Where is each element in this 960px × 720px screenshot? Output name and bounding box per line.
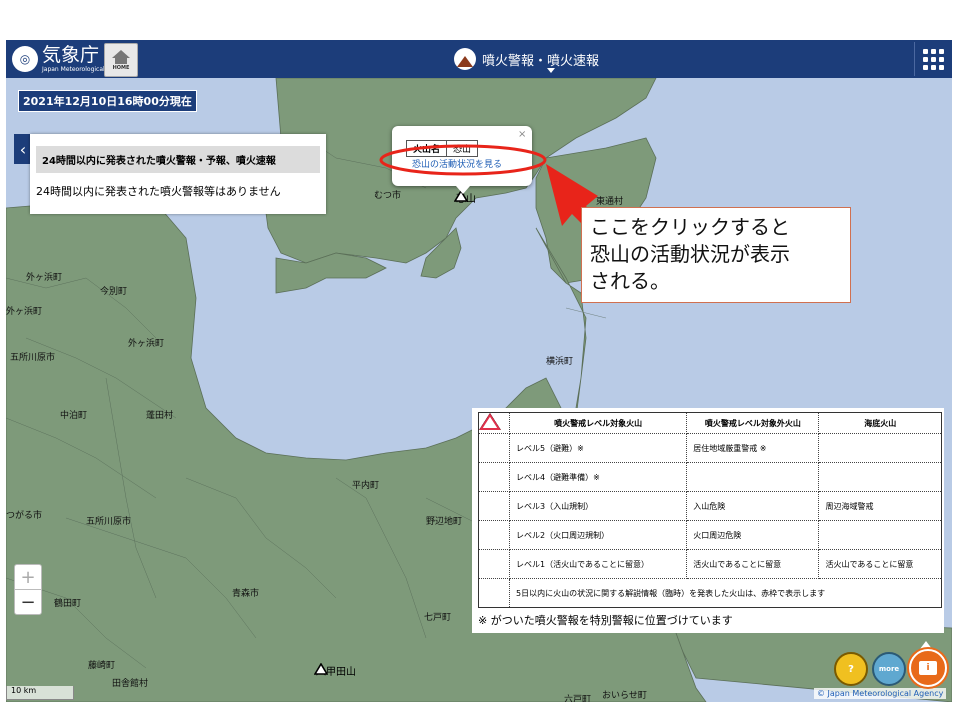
jma-logo-icon: ◎ [12,46,38,72]
place-imabetsu: 今別町 [100,287,128,297]
home-icon [112,49,130,58]
legend-cell: レベル3（入山規制） [508,491,688,521]
home-label: HOME [112,64,130,71]
page-title: 噴火警報・噴火速報 [482,53,600,69]
recent-warnings-panel: 24時間以内に発表された噴火警報・予報、噴火速報 24時間以内に発表された噴火警… [30,134,326,214]
legend-cell: レベル2（火口周辺規制） [508,520,688,550]
copyright-text: © Japan Meteorological Agency [814,688,947,699]
legend-header-submarine: 海底火山 [818,412,942,434]
legend-cell [818,462,942,492]
place-yokohama: 横浜町 [546,357,574,367]
place-sotogahama: 外ヶ浜町 [26,273,63,283]
zoom-control: + − [14,564,42,615]
legend-cell: 火口周辺危険 [686,520,820,550]
volcano-marker-hakkoda[interactable]: 八甲田山 [314,663,356,678]
legend-row: レベル2（火口周辺規制） 火口周辺危険 [478,412,942,550]
legend-header-nonlevel: 噴火警戒レベル対象外火山 [686,412,820,434]
more-button[interactable]: more [872,652,906,686]
legend-button-tail [920,641,932,649]
recent-warnings-body: 24時間以内に発表された噴火警報等はありません [36,185,281,198]
instruction-callout: ここをクリックすると 恐山の活動状況が表示 される。 [581,207,851,303]
callout-line-3: される。 [590,269,670,293]
more-label: more [878,665,900,673]
legend-row: レベル4（避難準備）※ [478,412,942,492]
recent-warnings-heading: 24時間以内に発表された噴火警報・予報、噴火速報 [36,146,320,173]
callout-line-1: ここをクリックすると [590,215,790,239]
legend-cell [818,520,942,550]
legend-cell: レベル1（活火山であることに留意） [508,549,688,579]
scale-bar: 10 km [6,686,74,700]
place-noheji: 野辺地町 [426,517,463,527]
legend-cell: 周辺海域警戒 [818,491,942,521]
chevron-down-icon[interactable] [547,68,555,73]
place-tsuruta: 鶴田町 [54,599,82,609]
legend-special-text: 5日以内に火山の状況に関する解説情報（臨時）を発表した火山は、赤枠で表示します [509,578,942,608]
legend-cell: 居住地域厳重警戒 ※ [686,433,820,463]
legend-cell: レベル4（避難準備）※ [508,462,688,492]
highlight-annotation [379,144,601,232]
app-header: ◎ 気象庁 Japan Meteorological Agency HOME 噴… [6,40,952,78]
timestamp-label: 2021年12月10日16時00分現在 [18,90,197,112]
home-button[interactable]: HOME [104,43,138,77]
question-icon: ? [848,663,854,675]
triangle-outline-red-icon [478,412,501,430]
place-inakadate: 田舎館村 [112,679,149,689]
legend-note: ※ がついた噴火警報を特別警報に位置づけています [478,614,733,627]
callout-line-2: 恐山の活動状況が表示 [590,242,790,266]
help-button[interactable]: ? [834,652,868,686]
place-yomogita: 蓬田村 [146,411,174,421]
place-hiranai: 平内町 [352,481,380,491]
zoom-in-button[interactable]: + [15,565,41,590]
legend-table: 噴火警戒レベル対象火山 噴火警戒レベル対象外火山 海底火山 レベル5（避難）※ 居… [478,412,942,608]
book-icon: i [919,661,937,675]
legend-cell: 活火山であることに留意 [686,549,820,579]
legend-button[interactable]: i [909,649,947,687]
place-tsugaru: つがる市 [6,511,43,521]
place-shichinohe: 七戸町 [424,613,452,623]
legend-row-special: 5日以内に火山の状況に関する解説情報（臨時）を発表した火山は、赤枠で表示します [478,412,942,608]
legend-row: レベル3（入山規制） 入山危険 周辺海域警戒 [478,412,942,521]
place-sotogahama-south: 外ヶ浜町 [128,339,165,349]
place-goshogawara: 五所川原市 [10,353,56,363]
place-sotogahama-west: 外ヶ浜町 [6,307,43,317]
legend-header-level: 噴火警戒レベル対象火山 [508,412,688,434]
legend-cell: レベル5（避難）※ [508,433,688,463]
legend-cell: 活火山であることに留意 [818,549,942,579]
place-fujisaki: 藤崎町 [88,661,116,671]
legend-panel: 噴火警戒レベル対象火山 噴火警戒レベル対象外火山 海底火山 レベル5（避難）※ 居… [472,408,944,633]
legend-row: レベル5（避難）※ 居住地域厳重警戒 ※ [478,412,942,463]
place-rokunohe: 六戸町 [564,695,592,702]
legend-row: レベル1（活火山であることに留意） 活火山であることに留意 活火山であることに留意 [478,412,942,579]
page-title-selector[interactable]: 噴火警報・噴火速報 [454,48,599,70]
legend-cell [818,433,942,463]
map-view[interactable]: むつ市 東通村 外ヶ浜町 今別町 外ヶ浜町 外ヶ浜町 五所川原市 横浜町 中泊町… [6,78,952,702]
triangle-icon [314,663,328,675]
place-goshogawara-south: 五所川原市 [86,517,132,527]
place-oirase: おいらせ町 [602,691,647,701]
legend-header-row: 噴火警戒レベル対象火山 噴火警戒レベル対象外火山 海底火山 [478,412,942,434]
place-nakadomari: 中泊町 [60,411,88,421]
legend-cell: 入山危険 [686,491,820,521]
zoom-out-button[interactable]: − [15,590,41,614]
volcano-icon [454,48,476,70]
grid-menu-button[interactable] [914,42,951,76]
place-aomori: 青森市 [232,589,260,599]
legend-cell [686,462,820,492]
